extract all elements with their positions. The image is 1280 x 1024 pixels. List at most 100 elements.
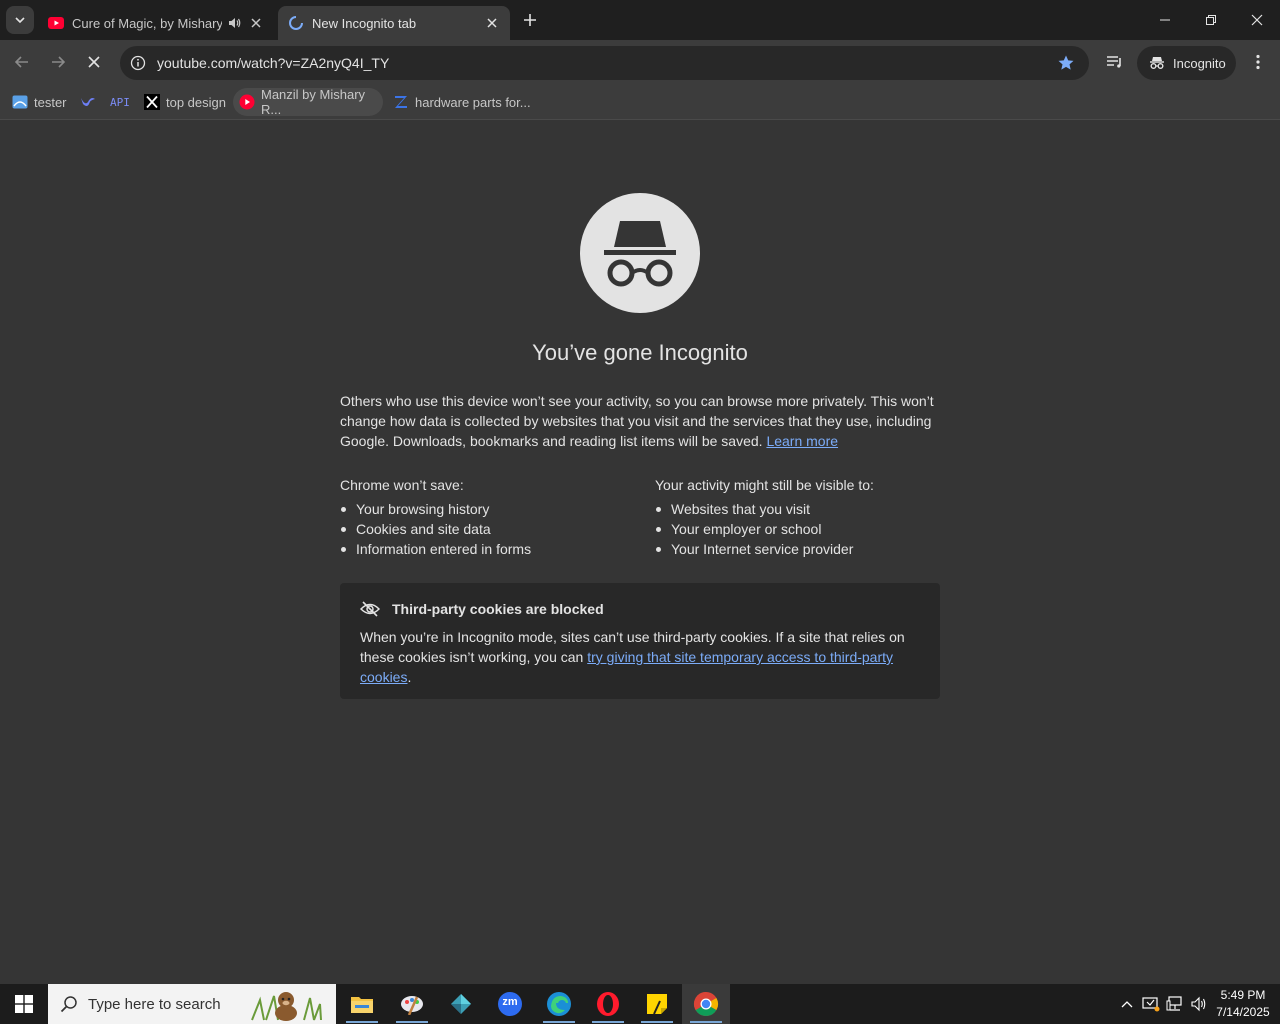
intro-paragraph: Others who use this device won’t see you… <box>340 393 934 449</box>
third-party-cookies-card: Third-party cookies are blocked When you… <box>340 583 940 699</box>
list-item: Websites that you visit <box>655 499 945 519</box>
opera-icon <box>597 992 619 1016</box>
site-info-icon[interactable] <box>128 53 148 73</box>
palette-icon <box>401 996 423 1015</box>
stop-loading-button[interactable] <box>80 48 108 76</box>
search-placeholder: Type here to search <box>88 995 221 1013</box>
clock[interactable]: 5:49 PM 7/14/2025 <box>1212 987 1274 1021</box>
learn-more-link[interactable]: Learn more <box>766 433 838 449</box>
tab-strip: Cure of Magic, by Mishary R New Incognit… <box>0 0 1280 40</box>
minimize-button[interactable] <box>1142 0 1188 40</box>
cookies-end: . <box>407 669 412 685</box>
restore-icon <box>1206 15 1216 25</box>
search-highlight-icon <box>251 992 322 1021</box>
bookmark-manzil[interactable]: Manzil by Mishary R... <box>233 87 383 117</box>
running-indicator <box>690 1021 722 1023</box>
file-explorer-app[interactable] <box>338 984 386 1024</box>
bookmark-top-design[interactable]: top design <box>138 88 232 116</box>
incognito-icon <box>604 221 676 287</box>
tab-search-button[interactable] <box>6 6 34 34</box>
youtube-icon <box>48 15 64 31</box>
bookmark-api[interactable]: API <box>104 88 136 116</box>
new-tab-button[interactable] <box>518 8 542 32</box>
cube-icon <box>451 994 471 1014</box>
bookmark-icon-only[interactable] <box>74 88 108 116</box>
forward-button[interactable] <box>44 48 72 76</box>
close-tab-icon[interactable] <box>484 15 500 31</box>
tester-favicon-icon <box>12 94 28 110</box>
device-status-icon <box>1142 997 1160 1012</box>
network-tray[interactable] <box>1164 992 1186 1016</box>
running-indicator <box>346 1021 378 1023</box>
x-logo-icon <box>144 94 160 110</box>
url-text[interactable]: youtube.com/watch?v=ZA2nyQ4I_TY <box>157 55 389 71</box>
page-title: You’ve gone Incognito <box>532 340 748 365</box>
volume-icon <box>1191 996 1206 1012</box>
speaker-icon[interactable] <box>226 15 242 31</box>
bookmark-label: Manzil by Mishary R... <box>261 87 366 117</box>
sticky-note-icon <box>647 994 667 1015</box>
list-item: Your Internet service provider <box>655 539 945 559</box>
zoom-label: zm <box>502 996 518 1008</box>
wont-save-list: Chrome won’t save: Your browsing history… <box>340 475 630 559</box>
opera-app[interactable] <box>584 984 632 1024</box>
visible-to-heading: Your activity might still be visible to: <box>655 477 874 493</box>
list-item: Your employer or school <box>655 519 945 539</box>
address-bar[interactable]: youtube.com/watch?v=ZA2nyQ4I_TY <box>120 46 1089 80</box>
clock-date: 7/14/2025 <box>1216 1005 1270 1019</box>
intro-text: Others who use this device won’t see you… <box>340 391 940 451</box>
close-window-button[interactable] <box>1234 0 1280 40</box>
bookmark-tester[interactable]: tester <box>6 88 73 116</box>
running-indicator <box>543 1021 575 1023</box>
chrome-icon <box>693 992 719 1017</box>
cookies-text: When you’re in Incognito mode, sites can… <box>360 627 920 687</box>
chevron-down-icon <box>15 17 25 24</box>
start-button[interactable] <box>0 984 48 1024</box>
back-button[interactable] <box>8 48 36 76</box>
bookmark-hardware-parts[interactable]: hardware parts for... <box>387 88 537 116</box>
show-hidden-icons-button[interactable] <box>1116 992 1138 1016</box>
z-favicon-icon <box>393 94 409 110</box>
battery-saver-tray[interactable] <box>1140 992 1162 1016</box>
incognito-label: Incognito <box>1173 55 1226 71</box>
minimize-icon <box>1160 19 1170 21</box>
restore-button[interactable] <box>1188 0 1234 40</box>
running-indicator <box>592 1021 624 1023</box>
incognito-profile-chip[interactable]: Incognito <box>1137 46 1236 80</box>
volume-tray[interactable] <box>1188 992 1210 1016</box>
reading-list-button[interactable] <box>1103 50 1127 74</box>
edge-app[interactable] <box>535 984 583 1024</box>
arrow-left-icon <box>14 56 28 68</box>
close-tab-icon[interactable] <box>248 15 264 31</box>
taskbar-search-box[interactable]: Type here to search <box>48 984 336 1024</box>
cookies-heading: Third-party cookies are blocked <box>392 601 604 617</box>
paint-app[interactable] <box>388 984 436 1024</box>
youtube-icon <box>239 94 255 110</box>
close-icon <box>1251 14 1263 26</box>
windows-logo-icon <box>15 995 33 1013</box>
toolbar: youtube.com/watch?v=ZA2nyQ4I_TY Incognit… <box>0 40 1280 84</box>
zoom-app[interactable]: zm <box>486 984 534 1024</box>
edge-icon <box>547 992 571 1016</box>
wont-save-heading: Chrome won’t save: <box>340 477 464 493</box>
running-indicator <box>641 1021 673 1023</box>
bookmark-star-icon[interactable] <box>1057 54 1075 72</box>
bookmark-label: API <box>110 95 130 109</box>
tab-title: New Incognito tab <box>312 15 417 31</box>
bird-favicon-icon <box>80 94 96 110</box>
media-queue-icon <box>1107 56 1121 68</box>
bookmark-label: top design <box>166 94 226 110</box>
tab-youtube[interactable]: Cure of Magic, by Mishary R <box>38 6 274 40</box>
clock-time: 5:49 PM <box>1220 988 1266 1002</box>
eye-off-icon <box>360 601 380 617</box>
chrome-app[interactable] <box>682 984 730 1024</box>
menu-button[interactable] <box>1246 50 1270 74</box>
search-icon <box>60 996 77 1013</box>
list-item: Your browsing history <box>340 499 630 519</box>
sticky-notes-app[interactable] <box>633 984 681 1024</box>
cube-app[interactable] <box>437 984 485 1024</box>
tab-new-incognito[interactable]: New Incognito tab <box>278 6 510 40</box>
loading-spinner-icon <box>288 15 304 31</box>
list-item: Cookies and site data <box>340 519 630 539</box>
incognito-icon <box>1150 57 1164 69</box>
